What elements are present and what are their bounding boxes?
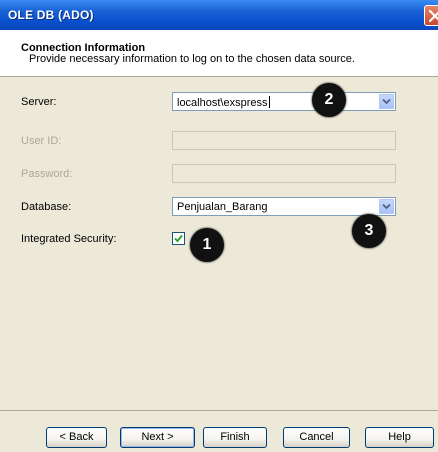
help-button[interactable]: Help bbox=[365, 427, 434, 448]
integrated-security-label: Integrated Security: bbox=[21, 233, 117, 245]
database-dropdown-button[interactable] bbox=[379, 199, 394, 214]
server-label: Server: bbox=[21, 96, 57, 108]
window-title: OLE DB (ADO) bbox=[8, 8, 94, 22]
chevron-down-icon bbox=[382, 98, 391, 105]
database-label: Database: bbox=[21, 201, 72, 213]
password-label: Password: bbox=[21, 168, 73, 180]
close-icon bbox=[429, 10, 438, 22]
text-caret bbox=[268, 96, 270, 108]
wizard-header: Connection Information Provide necessary… bbox=[0, 30, 438, 77]
title-bar[interactable]: OLE DB (ADO) bbox=[0, 0, 438, 30]
server-dropdown-button[interactable] bbox=[379, 94, 394, 109]
close-button[interactable] bbox=[424, 5, 438, 26]
server-value-wrap: localhost\exspress bbox=[177, 96, 270, 109]
integrated-security-checkbox[interactable] bbox=[172, 232, 185, 245]
back-button[interactable]: < Back bbox=[46, 427, 107, 448]
button-bar: < Back Next > Finish Cancel Help bbox=[0, 410, 438, 452]
server-value: localhost\exspress bbox=[177, 97, 268, 109]
server-combobox[interactable]: localhost\exspress bbox=[172, 92, 396, 111]
database-combobox[interactable]: Penjualan_Barang bbox=[172, 197, 396, 216]
finish-button[interactable]: Finish bbox=[203, 427, 267, 448]
cancel-button[interactable]: Cancel bbox=[283, 427, 350, 448]
annotation-marker-1: 1 bbox=[190, 228, 224, 262]
chevron-down-icon bbox=[382, 203, 391, 210]
database-value: Penjualan_Barang bbox=[177, 201, 268, 213]
user-id-field[interactable] bbox=[172, 131, 396, 150]
header-subtitle: Provide necessary information to log on … bbox=[29, 53, 355, 65]
annotation-marker-3: 3 bbox=[352, 214, 386, 248]
annotation-marker-2: 2 bbox=[312, 83, 346, 117]
user-id-label: User ID: bbox=[21, 135, 62, 147]
next-button[interactable]: Next > bbox=[120, 427, 195, 448]
check-icon bbox=[174, 234, 183, 243]
dialog-window: OLE DB (ADO) Connection Information Prov… bbox=[0, 0, 438, 452]
password-field[interactable] bbox=[172, 164, 396, 183]
